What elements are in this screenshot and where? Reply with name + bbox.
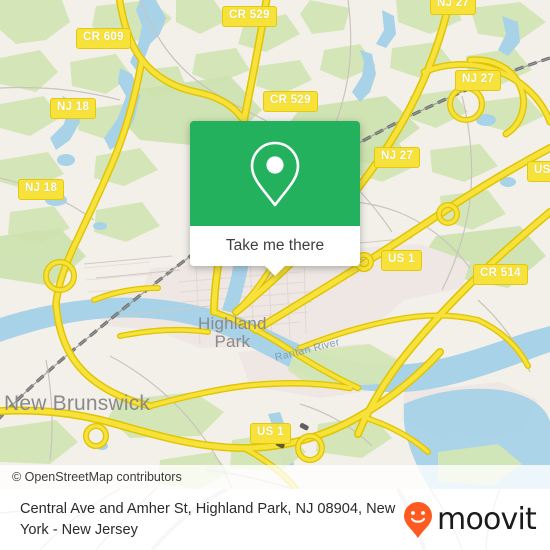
moovit-pin-icon bbox=[404, 501, 433, 538]
road-shield[interactable]: US 1 bbox=[250, 423, 291, 444]
popup-action-bar[interactable]: Take me there bbox=[190, 226, 360, 276]
road-shield[interactable]: US bbox=[527, 161, 550, 182]
location-title: Central Ave and Amher St, Highland Park,… bbox=[20, 500, 396, 538]
moovit-logo[interactable]: moovit bbox=[403, 501, 537, 539]
location-popup-card[interactable]: Take me there bbox=[190, 121, 360, 276]
road-shield[interactable]: CR 529 bbox=[263, 91, 318, 112]
location-pin-icon bbox=[250, 141, 300, 206]
place-label-highland-park: Highland Park bbox=[198, 314, 267, 352]
road-shield[interactable]: US 1 bbox=[381, 250, 422, 271]
road-shield[interactable]: NJ 18 bbox=[50, 98, 97, 119]
popup-pointer bbox=[264, 265, 286, 276]
map-canvas[interactable]: CR 529 CR 609 NJ 27 NJ 27 CR 529 NJ 18 N… bbox=[0, 0, 550, 489]
moovit-wordmark: moovit bbox=[437, 501, 537, 537]
footer-bar: Central Ave and Amher St, Highland Park,… bbox=[0, 489, 550, 550]
popup-header bbox=[190, 121, 360, 226]
road-shield[interactable]: NJ 27 bbox=[455, 70, 502, 91]
map-attribution[interactable]: © OpenStreetMap contributors bbox=[0, 465, 550, 489]
road-shield[interactable]: NJ 27 bbox=[374, 147, 421, 168]
place-label-new-brunswick: New Brunswick bbox=[4, 392, 151, 415]
road-shield[interactable]: CR 609 bbox=[76, 28, 131, 49]
road-shield[interactable]: CR 529 bbox=[222, 6, 277, 27]
road-shield[interactable]: NJ 18 bbox=[18, 179, 65, 200]
road-shield[interactable]: NJ 27 bbox=[430, 0, 477, 15]
map-screenshot: CR 529 CR 609 NJ 27 NJ 27 CR 529 NJ 18 N… bbox=[0, 0, 550, 550]
take-me-there-label: Take me there bbox=[225, 237, 325, 254]
road-shield[interactable]: CR 514 bbox=[473, 264, 528, 285]
